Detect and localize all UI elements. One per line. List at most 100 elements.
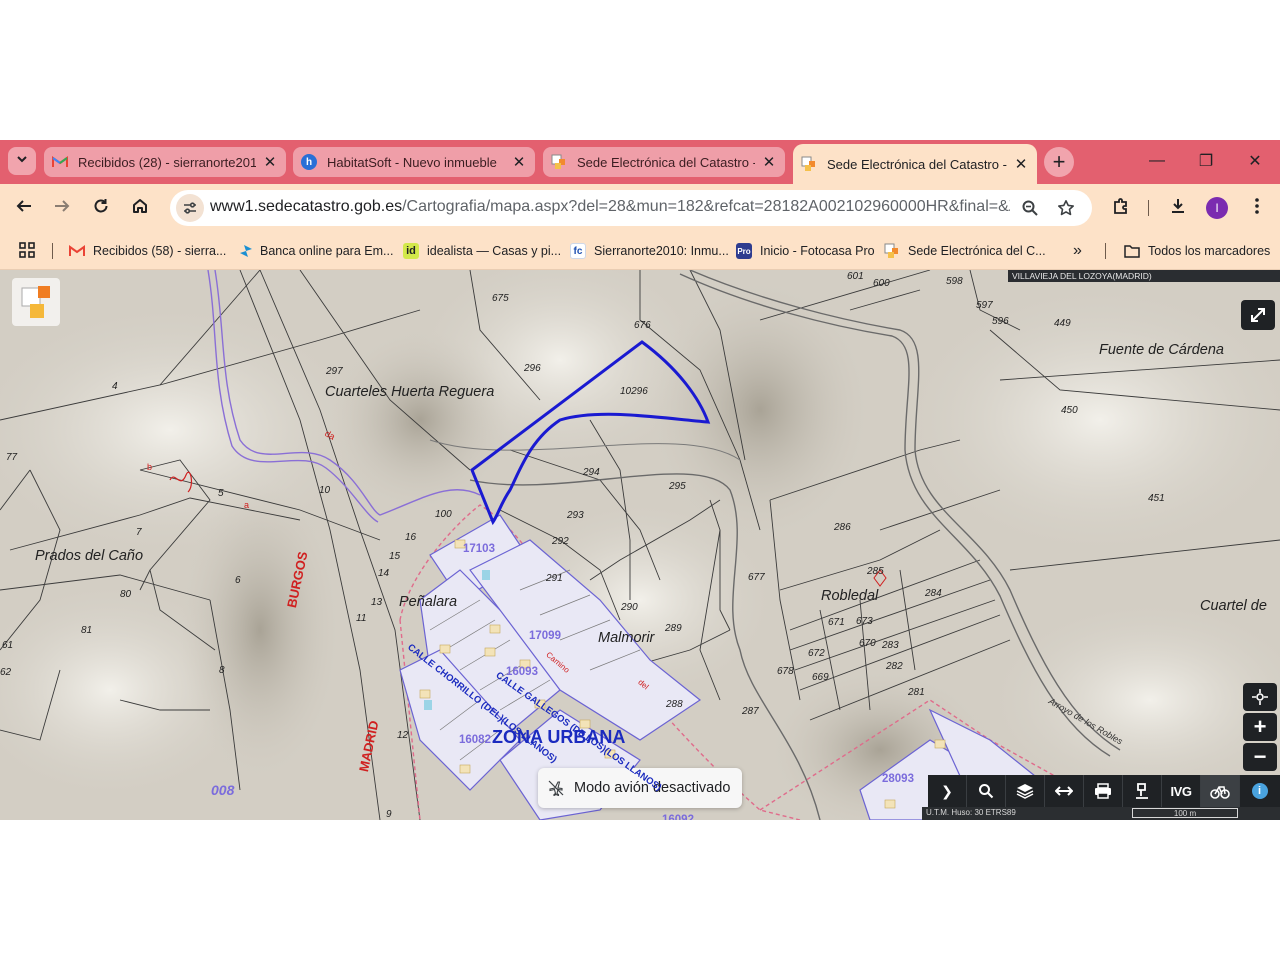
address-bar[interactable]: www1.sedecatastro.gob.es/Cartografia/map… <box>170 190 1092 226</box>
gmail-icon <box>52 154 68 170</box>
tab-title: HabitatSoft - Nuevo inmueble <box>327 154 497 170</box>
close-icon[interactable]: ✕ <box>761 154 777 171</box>
minimize-button[interactable]: — <box>1137 146 1177 176</box>
catastro-logo-icon <box>21 286 50 318</box>
tab-search-button[interactable] <box>8 147 36 175</box>
bookmark-sierranorte[interactable]: fc Sierranorte2010: Inmu... <box>570 240 729 262</box>
bookmark-label: Inicio - Fotocasa Pro <box>760 244 875 258</box>
parcel-number: 288 <box>666 699 683 710</box>
bookmarks-bar: Recibidos (58) - sierra... Banca online … <box>0 232 1280 270</box>
home-button[interactable] <box>124 192 156 224</box>
bookmark-star-icon[interactable] <box>1052 194 1080 222</box>
ivg-button[interactable]: IVG <box>1162 775 1201 807</box>
parcel-number: 286 <box>834 522 851 533</box>
bookmark-catastro[interactable]: Sede Electrónica del C... <box>884 240 1046 262</box>
apps-button[interactable] <box>19 240 35 262</box>
parcel-number: 287 <box>742 706 759 717</box>
parcel-number: 600 <box>873 278 890 289</box>
folder-icon <box>1124 243 1140 259</box>
tab-habitatsoft[interactable]: h HabitatSoft - Nuevo inmueble ✕ <box>293 147 535 177</box>
parcel-number: 297 <box>326 366 343 377</box>
bookmark-idealista[interactable]: id idealista — Casas y pi... <box>403 240 561 262</box>
url-path: /Cartografia/mapa.aspx?del=28&mun=182&re… <box>402 198 1010 215</box>
maximize-button[interactable]: ❐ <box>1186 146 1226 176</box>
close-window-button[interactable]: ✕ <box>1235 146 1275 176</box>
block-number: 16093 <box>506 666 538 678</box>
catastro-logo <box>12 278 60 326</box>
extensions-button[interactable] <box>1105 192 1137 224</box>
forward-button[interactable] <box>46 192 78 224</box>
parcel-number: 281 <box>908 687 925 698</box>
zoom-icon[interactable] <box>1016 194 1044 222</box>
gmail-icon <box>69 243 85 259</box>
reload-button[interactable] <box>85 192 117 224</box>
parcel-number: 100 <box>435 509 452 520</box>
close-icon[interactable]: ✕ <box>511 154 527 171</box>
bookmark-fotocasa-pro[interactable]: Pro Inicio - Fotocasa Pro <box>736 240 875 262</box>
url-text: www1.sedecatastro.gob.es/Cartografia/map… <box>210 198 1010 216</box>
browser-window: Recibidos (28) - sierranorte2010@ ✕ h Ha… <box>0 140 1280 820</box>
parcel-number: 12 <box>397 730 409 741</box>
parcel-number: 598 <box>946 276 963 287</box>
parcel-number: 10296 <box>620 386 648 397</box>
fotocasa-fc-icon: fc <box>570 243 586 259</box>
menu-button[interactable] <box>1241 192 1273 224</box>
bike-button[interactable] <box>1201 775 1240 807</box>
profile-avatar[interactable]: I <box>1206 197 1228 219</box>
measure-icon <box>1055 786 1073 796</box>
parcel-number: 6 <box>235 575 241 586</box>
scale-bar: U.T.M. Huso: 30 ETRS89 100 m <box>922 807 1280 820</box>
bookmark-caixabank[interactable]: Banca online para Em... <box>236 240 393 262</box>
close-icon[interactable]: ✕ <box>1013 156 1029 173</box>
info-button[interactable]: i <box>1240 775 1279 807</box>
place-name: Prados del Caño <box>35 548 144 564</box>
layers-button[interactable] <box>1006 775 1045 807</box>
new-tab-button[interactable]: + <box>1044 147 1074 177</box>
projection-text: U.T.M. Huso: 30 ETRS89 <box>926 808 1016 817</box>
parcel-number: 296 <box>524 363 541 374</box>
back-button[interactable] <box>8 192 40 224</box>
zoom-out-button[interactable]: − <box>1243 743 1277 771</box>
bookmark-label: Sede Electrónica del C... <box>908 244 1046 258</box>
info-icon: i <box>1251 783 1268 799</box>
url-host: www1.sedecatastro.gob.es <box>210 198 403 215</box>
map-search-button[interactable] <box>967 775 1006 807</box>
all-bookmarks-button[interactable]: Todos los marcadores <box>1124 240 1270 262</box>
parcel-number: 596 <box>992 316 1009 327</box>
block-number: 16082 <box>459 734 491 746</box>
bookmark-gmail[interactable]: Recibidos (58) - sierra... <box>69 240 226 262</box>
site-info-icon[interactable] <box>176 194 204 222</box>
parcel-number: 61 <box>2 640 14 651</box>
parcel-query-button[interactable] <box>1123 775 1162 807</box>
tab-catastro-1[interactable]: Sede Electrónica del Catastro - F ✕ <box>543 147 785 177</box>
idealista-icon: id <box>403 243 419 259</box>
expand-toolbar-button[interactable]: ❯ <box>928 775 967 807</box>
tab-strip: Recibidos (28) - sierranorte2010@ ✕ h Ha… <box>0 140 1280 184</box>
locate-button[interactable] <box>1243 683 1277 711</box>
place-name: Robledal <box>821 588 879 604</box>
parcel-number: 290 <box>621 602 638 613</box>
cadastral-map[interactable]: VILLAVIEJA DEL LOZOYA(MADRID) + − ❯ IVG … <box>0 270 1280 820</box>
close-icon[interactable]: ✕ <box>262 154 278 171</box>
chevron-down-icon <box>16 152 28 170</box>
zoom-in-button[interactable]: + <box>1243 713 1277 741</box>
fullscreen-button[interactable] <box>1241 300 1275 330</box>
parcel-number: 14 <box>378 568 390 579</box>
tab-title: Recibidos (28) - sierranorte2010@ <box>78 154 256 170</box>
block-number: 17099 <box>529 630 561 642</box>
red-label: b <box>147 462 153 472</box>
measure-button[interactable] <box>1045 775 1084 807</box>
expand-icon <box>1251 308 1265 322</box>
tab-catastro-active[interactable]: Sede Electrónica del Catastro - F ✕ <box>793 144 1037 184</box>
block-number: 16092 <box>662 814 694 820</box>
print-button[interactable] <box>1084 775 1123 807</box>
bookmarks-overflow-button[interactable]: » <box>1073 240 1082 262</box>
parcel-number: 7 <box>136 527 142 538</box>
bookmark-label: idealista — Casas y pi... <box>427 244 562 258</box>
parcel-number: 15 <box>389 551 401 562</box>
tab-gmail[interactable]: Recibidos (28) - sierranorte2010@ ✕ <box>44 147 286 177</box>
download-icon <box>1169 197 1187 220</box>
parcel-number: 283 <box>882 640 899 651</box>
downloads-button[interactable] <box>1162 192 1194 224</box>
place-name: Peñalara <box>399 594 458 610</box>
